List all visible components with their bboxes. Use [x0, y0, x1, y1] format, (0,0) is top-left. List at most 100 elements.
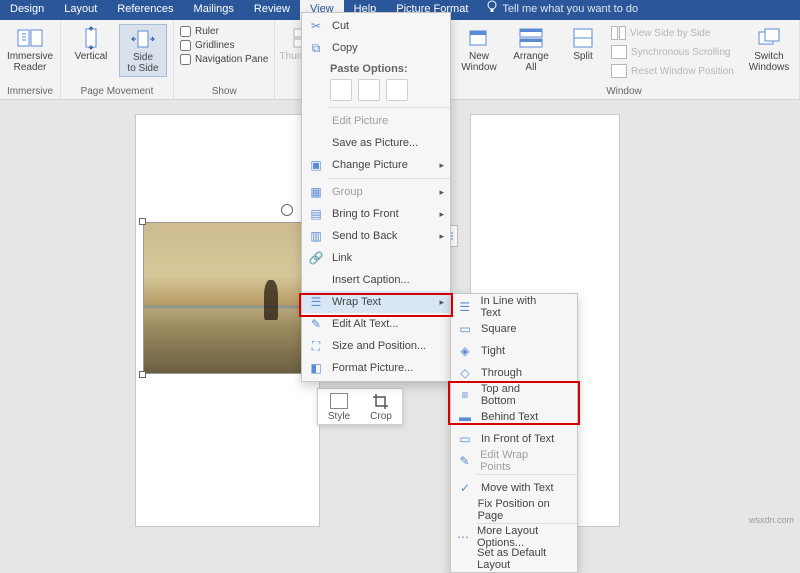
- wrap-in-front-of-text[interactable]: ▭ In Front of Text: [451, 428, 577, 450]
- new-window-button[interactable]: New Window: [455, 24, 503, 75]
- tab-references[interactable]: References: [107, 0, 183, 20]
- navpane-checkbox[interactable]: Navigation Pane: [180, 54, 268, 65]
- menu-size-position[interactable]: ⛶Size and Position...: [302, 335, 450, 357]
- wrap-fixpos-label: Fix Position on Page: [478, 498, 557, 522]
- wrap-move-with-text[interactable]: ✓Move with Text: [451, 477, 577, 499]
- gridlines-label: Gridlines: [195, 40, 234, 51]
- scissors-icon: ✂: [308, 18, 324, 34]
- menu-group-label: Group: [332, 186, 363, 198]
- menu-size-label: Size and Position...: [332, 340, 426, 352]
- menu-bring-to-front[interactable]: ▤ Bring to Front: [302, 203, 450, 225]
- side-by-side-icon: [611, 26, 626, 40]
- wrap-more-label: More Layout Options...: [477, 525, 557, 549]
- paste-options-header: Paste Options:: [302, 59, 450, 77]
- picture-context-menu: ✂Cut ⧉Copy Paste Options: Edit Picture S…: [301, 12, 451, 382]
- group-label-pagemove: Page Movement: [67, 84, 167, 99]
- behind-icon: ▬: [457, 409, 473, 425]
- through-icon: ◇: [457, 365, 473, 381]
- reset-pos-button: Reset Window Position: [611, 64, 741, 78]
- arrange-all-label: Arrange All: [513, 52, 549, 73]
- ruler-checkbox[interactable]: Ruler: [180, 26, 268, 37]
- wrap-tight[interactable]: ◈Tight: [451, 340, 577, 362]
- tab-review[interactable]: Review: [244, 0, 300, 20]
- menu-send-to-back[interactable]: ▥Send to Back: [302, 225, 450, 247]
- wrap-through[interactable]: ◇ Through: [451, 362, 577, 384]
- wrap-more-options[interactable]: ⋯More Layout Options...: [451, 526, 577, 548]
- menu-save-as-label: Save as Picture...: [332, 137, 418, 149]
- tab-layout[interactable]: Layout: [54, 0, 107, 20]
- paste-options: [302, 77, 450, 105]
- crop-button[interactable]: Crop: [360, 389, 402, 424]
- arrange-all-button[interactable]: Arrange All: [507, 24, 555, 75]
- menu-save-as-picture[interactable]: Save as Picture...: [302, 132, 450, 154]
- wrap-infront-label: In Front of Text: [481, 433, 554, 445]
- format-picture-icon: ◧: [308, 360, 324, 376]
- menu-change-picture[interactable]: ▣Change Picture: [302, 154, 450, 176]
- wrap-set-default[interactable]: Set as Default Layout: [451, 548, 577, 570]
- infront-icon: ▭: [457, 431, 473, 447]
- tab-design[interactable]: Design: [0, 0, 54, 20]
- style-label: Style: [328, 411, 350, 422]
- new-window-label: New Window: [461, 52, 497, 73]
- sync-icon: [611, 45, 627, 59]
- paste-option-2[interactable]: [358, 79, 380, 101]
- wrap-text-icon: ☰: [308, 294, 324, 310]
- wrap-default-label: Set as Default Layout: [477, 547, 557, 571]
- menu-separator: [328, 107, 450, 108]
- navpane-label: Navigation Pane: [195, 54, 268, 65]
- menu-insert-caption[interactable]: Insert Caption...: [302, 269, 450, 291]
- style-button[interactable]: Style: [318, 389, 360, 424]
- menu-copy[interactable]: ⧉Copy: [302, 37, 450, 59]
- menu-separator: [477, 474, 577, 475]
- wrap-inline[interactable]: ☰In Line with Text: [451, 296, 577, 318]
- wrap-through-label: Through: [481, 367, 522, 379]
- tab-mailings[interactable]: Mailings: [184, 0, 244, 20]
- immersive-reader-label: Immersive Reader: [7, 52, 53, 73]
- new-window-icon: [465, 26, 493, 50]
- side-to-side-button[interactable]: Side to Side: [119, 24, 167, 77]
- gridlines-checkbox[interactable]: Gridlines: [180, 40, 268, 51]
- group-label-show: Show: [180, 84, 268, 99]
- wrap-behind-label: Behind Text: [481, 411, 538, 423]
- vertical-button[interactable]: Vertical: [67, 24, 115, 65]
- menu-front-label: Bring to Front: [332, 208, 399, 220]
- menu-caption-label: Insert Caption...: [332, 274, 410, 286]
- inline-icon: ☰: [457, 299, 473, 315]
- menu-copy-label: Copy: [332, 42, 358, 54]
- split-button[interactable]: Split: [559, 24, 607, 65]
- side-by-side-label: View Side by Side: [630, 28, 710, 39]
- resize-handle-bl[interactable]: [139, 371, 146, 378]
- reset-icon: [611, 64, 627, 78]
- paste-option-1[interactable]: [330, 79, 352, 101]
- wrap-fix-position[interactable]: Fix Position on Page: [451, 499, 577, 521]
- switch-windows-button[interactable]: Switch Windows: [745, 24, 793, 75]
- menu-edit-alt-text[interactable]: ✎Edit Alt Text...: [302, 313, 450, 335]
- crop-label: Crop: [370, 411, 392, 422]
- topbottom-icon: ≡: [457, 387, 473, 403]
- switch-windows-label: Switch Windows: [749, 52, 790, 73]
- book-icon: [16, 26, 44, 50]
- immersive-reader-button[interactable]: Immersive Reader: [6, 24, 54, 75]
- bring-front-icon: ▤: [308, 206, 324, 222]
- side-to-side-label: Side to Side: [127, 53, 158, 74]
- menu-link[interactable]: 🔗Link: [302, 247, 450, 269]
- wrap-square[interactable]: ▭Square: [451, 318, 577, 340]
- wrap-edit-points: ✎Edit Wrap Points: [451, 450, 577, 472]
- resize-handle-tl[interactable]: [139, 218, 146, 225]
- menu-cut[interactable]: ✂Cut: [302, 15, 450, 37]
- document-canvas[interactable]: Style Crop ✂Cut ⧉Copy Paste Options: Edi…: [0, 100, 800, 527]
- wrap-behind-text[interactable]: ▬ Behind Text: [451, 406, 577, 428]
- menu-format-picture[interactable]: ◧Format Picture...: [302, 357, 450, 379]
- menu-wrap-label: Wrap Text: [332, 296, 381, 308]
- picture-mini-toolbar: Style Crop: [317, 388, 403, 425]
- menu-separator: [477, 523, 577, 524]
- menu-wrap-text[interactable]: ☰ Wrap Text: [302, 291, 450, 313]
- reset-label: Reset Window Position: [631, 66, 734, 77]
- alt-text-icon: ✎: [308, 316, 324, 332]
- group-icon: ▦: [308, 184, 324, 200]
- menu-edit-picture: Edit Picture: [302, 110, 450, 132]
- wrap-top-bottom[interactable]: ≡Top and Bottom: [451, 384, 577, 406]
- rotate-handle-icon[interactable]: [281, 204, 293, 216]
- tell-me-search[interactable]: Tell me what you want to do: [502, 0, 638, 20]
- paste-option-3[interactable]: [386, 79, 408, 101]
